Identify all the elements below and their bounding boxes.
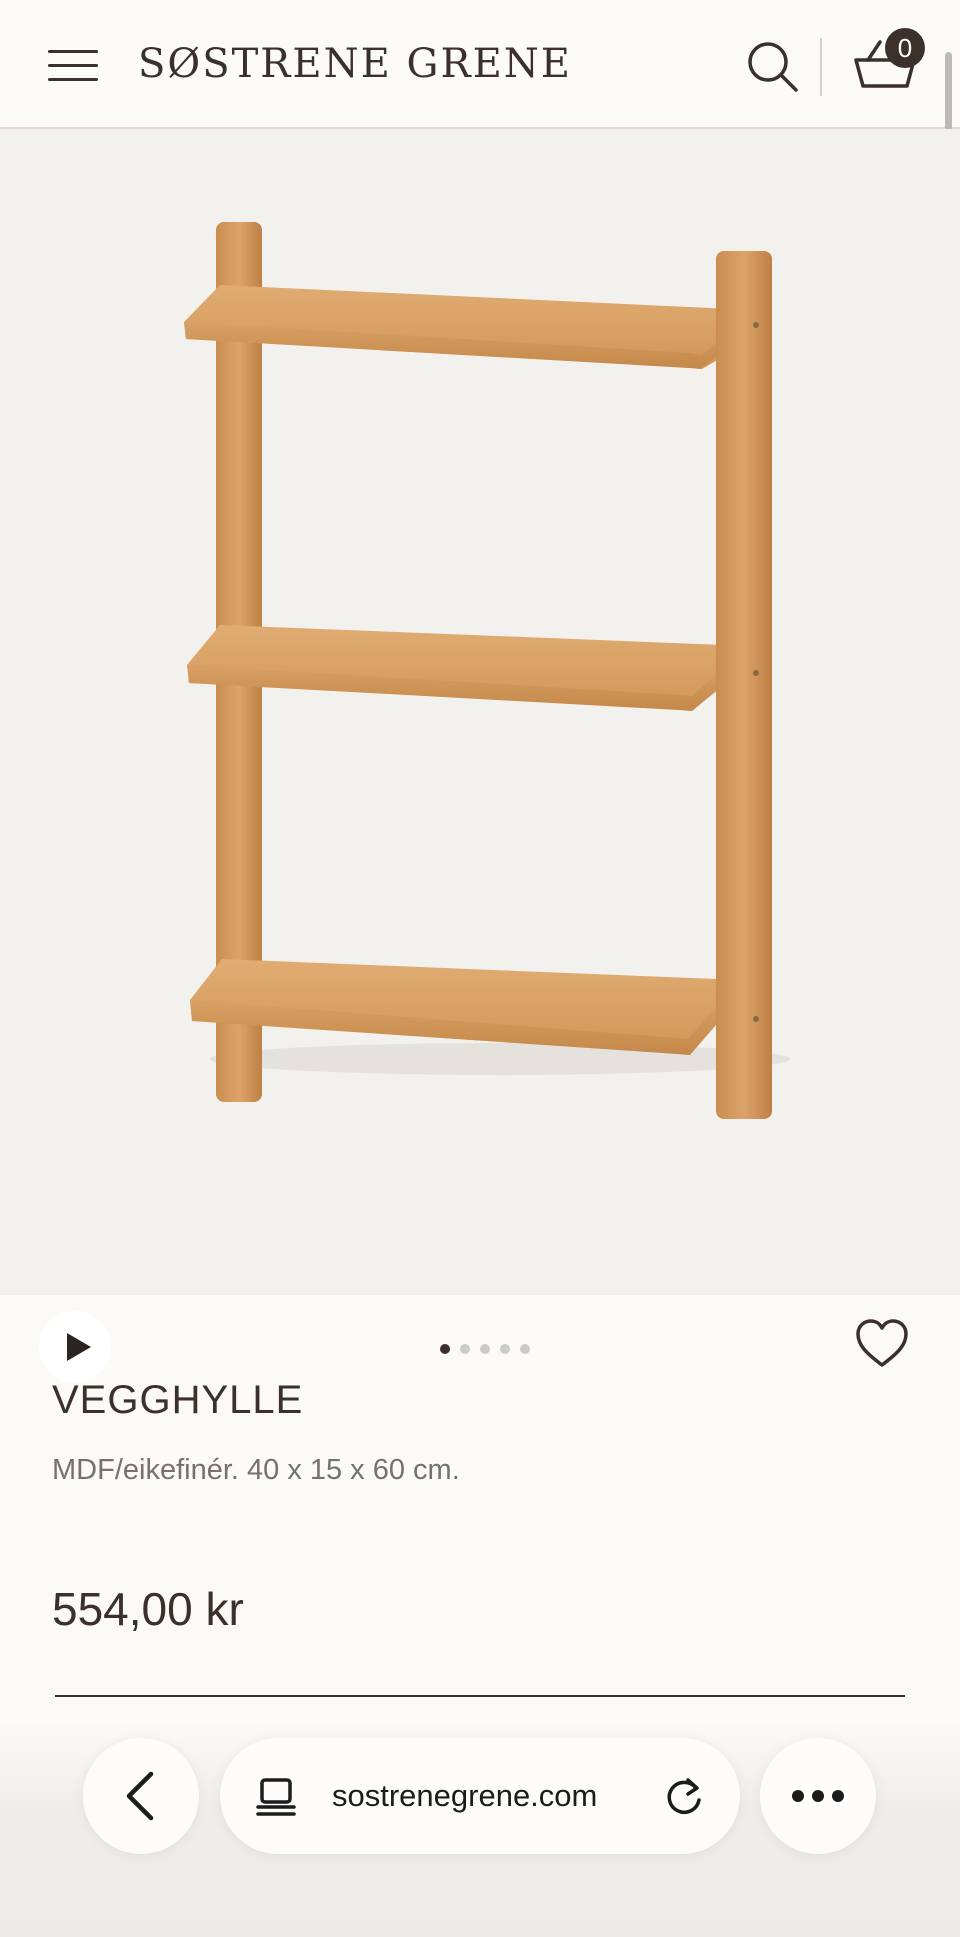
url-text[interactable]: sostrenegrene.com [332,1776,597,1816]
browser-toolbar: sostrenegrene.com [0,1720,960,1937]
gallery-dot[interactable] [460,1344,470,1354]
more-dots-icon [792,1790,844,1802]
header-divider [820,38,822,96]
tabs-icon[interactable] [256,1776,296,1818]
gallery-dot[interactable] [440,1344,450,1354]
brand-logo[interactable]: SØSTRENE GRENE [138,36,572,92]
site-header: SØSTRENE GRENE 0 [0,0,960,129]
product-description: MDF/eikefinér. 40 x 15 x 60 cm. [52,1454,460,1486]
chevron-left-icon [126,1771,154,1821]
section-divider [55,1695,905,1697]
hamburger-menu-icon[interactable] [48,48,98,82]
more-options-button[interactable] [760,1738,876,1854]
product-title: VEGGHYLLE [52,1378,304,1422]
play-video-button[interactable] [39,1311,111,1383]
product-price: 554,00 kr [52,1583,244,1635]
product-image[interactable] [0,129,960,1383]
heart-icon[interactable] [854,1318,910,1370]
play-icon [67,1333,91,1361]
back-button[interactable] [83,1738,199,1854]
address-bar[interactable]: sostrenegrene.com [220,1738,740,1854]
cart-count-badge: 0 [885,28,925,68]
search-icon[interactable] [744,38,800,94]
wall-shelf-illustration [184,222,790,1119]
reload-icon[interactable] [662,1774,706,1818]
gallery-dot[interactable] [480,1344,490,1354]
gallery-dot[interactable] [500,1344,510,1354]
gallery-dot[interactable] [520,1344,530,1354]
